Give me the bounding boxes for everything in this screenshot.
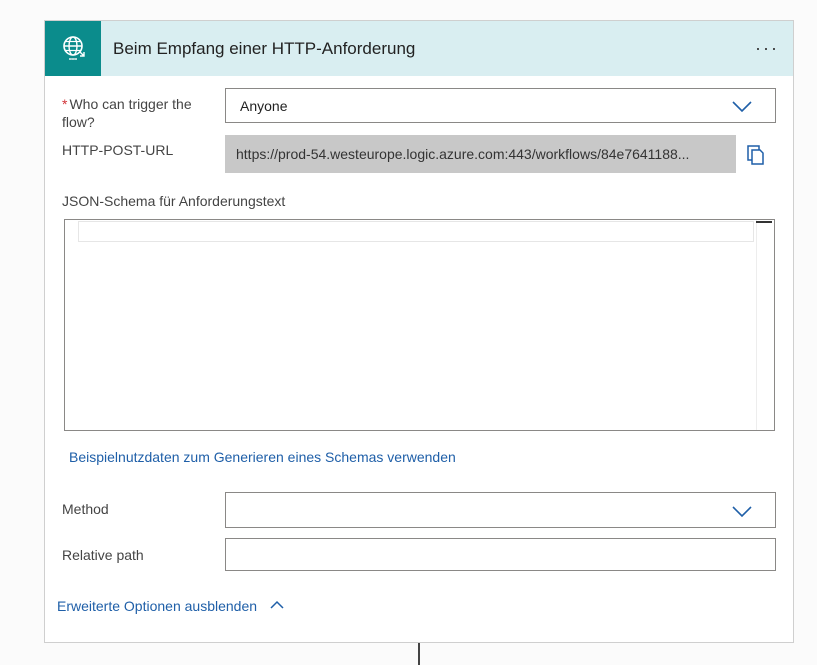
http-post-url-value: https://prod-54.westeurope.logic.azure.c… <box>236 146 690 162</box>
trigger-card: Beim Empfang einer HTTP-Anforderung ··· … <box>44 20 794 643</box>
who-can-trigger-label: * Who can trigger the flow? <box>62 96 192 130</box>
globe-request-icon <box>45 21 101 76</box>
chevron-up-icon <box>270 601 284 609</box>
required-mark: * <box>62 96 68 112</box>
json-schema-editor[interactable] <box>64 219 775 431</box>
relative-path-input[interactable] <box>225 538 776 571</box>
chevron-down-icon <box>732 506 752 518</box>
json-schema-label: JSON-Schema für Anforderungstext <box>62 193 286 209</box>
advanced-options-toggle[interactable]: Erweiterte Optionen ausblenden <box>57 598 285 614</box>
editor-current-line <box>78 221 754 242</box>
method-label: Method <box>62 501 109 517</box>
more-options-icon[interactable]: ··· <box>755 38 779 59</box>
advanced-options-label: Erweiterte Optionen ausblenden <box>57 598 258 614</box>
generate-schema-link[interactable]: Beispielnutzdaten zum Generieren eines S… <box>69 449 456 465</box>
copy-icon[interactable] <box>746 144 766 166</box>
method-dropdown[interactable] <box>225 492 776 528</box>
chevron-down-icon <box>732 101 752 113</box>
flow-connector-line <box>418 643 420 665</box>
http-post-url-field[interactable]: https://prod-54.westeurope.logic.azure.c… <box>225 135 736 173</box>
who-can-trigger-dropdown[interactable]: Anyone <box>225 88 776 123</box>
trigger-title: Beim Empfang einer HTTP-Anforderung <box>113 39 416 58</box>
http-post-url-label: HTTP-POST-URL <box>62 142 174 158</box>
who-can-trigger-value: Anyone <box>240 98 288 114</box>
relative-path-label: Relative path <box>62 547 144 563</box>
trigger-header[interactable]: Beim Empfang einer HTTP-Anforderung ··· <box>45 21 793 76</box>
editor-scroll-thumb[interactable] <box>756 221 772 223</box>
editor-scrollbar[interactable] <box>756 220 774 430</box>
